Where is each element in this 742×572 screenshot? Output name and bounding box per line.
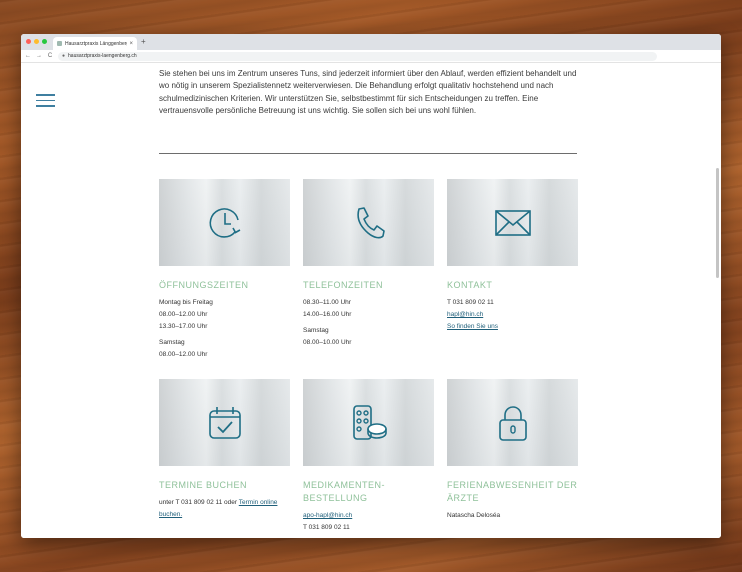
hours-saturday-label: Samstag bbox=[159, 339, 185, 346]
card-image bbox=[303, 179, 434, 266]
card-image bbox=[303, 379, 434, 466]
phone-saturday-hours: 08.00–10.00 Uhr bbox=[303, 339, 352, 346]
booking-text: unter T 031 809 02 11 oder bbox=[159, 499, 239, 506]
card-title-line-2: ÄRZTE bbox=[447, 493, 480, 503]
window-controls bbox=[26, 39, 47, 44]
medication-email-link[interactable]: apo-hapl@hin.ch bbox=[303, 512, 352, 519]
contact-phone: T 031 809 02 11 bbox=[447, 299, 494, 306]
minimize-window-button[interactable] bbox=[34, 39, 39, 44]
menu-icon[interactable] bbox=[36, 94, 55, 107]
hours-morning: 08.00–12.00 Uhr bbox=[159, 311, 208, 318]
card-phone-hours: TELEFONZEITEN 08.30–11.00 Uhr 14.00–16.0… bbox=[303, 179, 434, 349]
medication-phone: T 031 809 02 11 bbox=[303, 524, 350, 531]
contact-email-link[interactable]: hapl@hin.ch bbox=[447, 311, 483, 318]
hours-saturday: 08.00–12.00 Uhr bbox=[159, 351, 208, 358]
new-tab-button[interactable]: + bbox=[141, 37, 146, 46]
forward-button[interactable]: → bbox=[36, 53, 42, 59]
page-content: Sie stehen bei uns im Zentrum unseres Tu… bbox=[21, 63, 721, 538]
card-title-line-1: FERIENABWESENHEIT DER bbox=[447, 480, 578, 490]
back-button[interactable]: ← bbox=[25, 53, 31, 59]
card-booking: TERMINE BUCHEN unter T 031 809 02 11 ode… bbox=[159, 379, 290, 521]
card-contact: KONTAKT T 031 809 02 11 hapl@hin.ch So f… bbox=[447, 179, 578, 333]
envelope-icon bbox=[494, 209, 531, 236]
address-bar[interactable]: ● hausarztpraxis-laengenberg.ch bbox=[58, 51, 657, 61]
tab-title: Hausarztpraxis Länggenberg H bbox=[65, 40, 128, 47]
card-image bbox=[447, 379, 578, 466]
lock-icon bbox=[498, 405, 527, 441]
card-title: FERIENABWESENHEIT DER ÄRZTE bbox=[447, 479, 578, 505]
browser-tab[interactable]: Hausarztpraxis Länggenberg H × bbox=[53, 37, 137, 50]
card-holiday: FERIENABWESENHEIT DER ÄRZTE Natascha Delo… bbox=[447, 379, 578, 522]
section-divider bbox=[159, 153, 577, 154]
hours-afternoon: 13.30–17.00 Uhr bbox=[159, 323, 208, 330]
close-window-button[interactable] bbox=[26, 39, 31, 44]
phone-icon bbox=[356, 206, 385, 238]
card-medication: MEDIKAMENTEN- BESTELLUNG apo-hapl@hin.ch … bbox=[303, 379, 434, 534]
page-scrollbar[interactable] bbox=[716, 168, 719, 278]
phone-saturday-label: Samstag bbox=[303, 327, 329, 334]
card-title: ÖFFNUNGSZEITEN bbox=[159, 280, 249, 290]
maximize-window-button[interactable] bbox=[42, 39, 47, 44]
url-text: hausarztpraxis-laengenberg.ch bbox=[68, 53, 137, 59]
card-title: TERMINE BUCHEN bbox=[159, 480, 248, 490]
favicon-icon bbox=[57, 41, 62, 46]
card-image bbox=[447, 179, 578, 266]
directions-link[interactable]: So finden Sie uns bbox=[447, 323, 498, 330]
pills-icon bbox=[352, 404, 387, 440]
phone-hours-afternoon: 14.00–16.00 Uhr bbox=[303, 311, 352, 318]
intro-paragraph: Sie stehen bei uns im Zentrum unseres Tu… bbox=[159, 69, 577, 115]
card-image bbox=[159, 379, 290, 466]
tab-close-icon[interactable]: × bbox=[129, 41, 133, 47]
phone-hours-morning: 08.30–11.00 Uhr bbox=[303, 299, 351, 306]
clock-icon bbox=[209, 207, 240, 238]
card-title: TELEFONZEITEN bbox=[303, 280, 384, 290]
card-opening-hours: ÖFFNUNGSZEITEN Montag bis Freitag 08.00–… bbox=[159, 179, 290, 361]
card-title: KONTAKT bbox=[447, 280, 493, 290]
card-image bbox=[159, 179, 290, 266]
padlock-icon: ● bbox=[62, 53, 66, 59]
tab-bar: Hausarztpraxis Länggenberg H × + bbox=[21, 34, 721, 50]
calendar-check-icon bbox=[208, 406, 241, 439]
browser-window: Hausarztpraxis Länggenberg H × + ← → C ●… bbox=[21, 34, 721, 538]
card-title-line-2: BESTELLUNG bbox=[303, 493, 368, 503]
card-title: MEDIKAMENTEN- BESTELLUNG bbox=[303, 479, 434, 505]
browser-toolbar: ← → C ● hausarztpraxis-laengenberg.ch bbox=[21, 50, 721, 63]
card-title-line-1: MEDIKAMENTEN- bbox=[303, 480, 386, 490]
holiday-name: Natascha Deloséa bbox=[447, 512, 501, 519]
reload-button[interactable]: C bbox=[47, 53, 53, 59]
hours-weekday-label: Montag bis Freitag bbox=[159, 299, 213, 306]
